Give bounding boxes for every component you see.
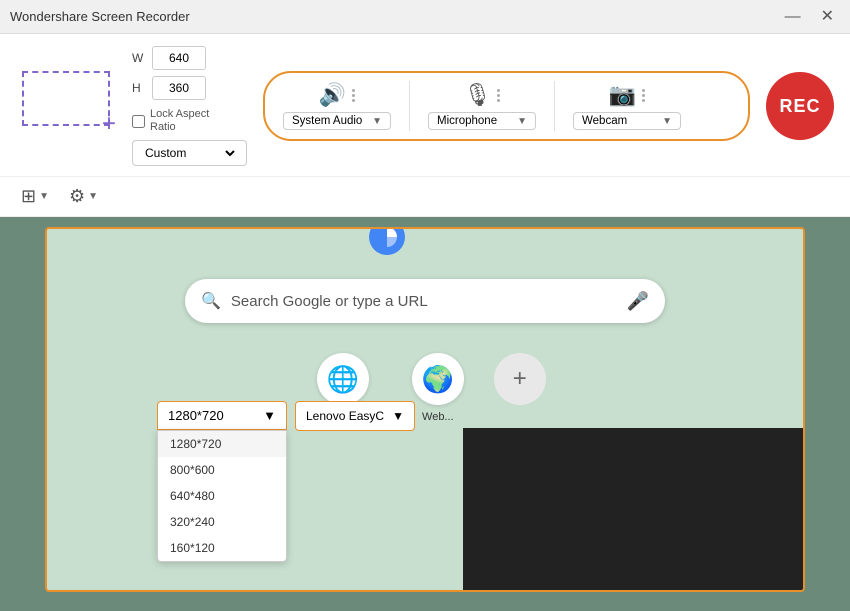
webcam-selector[interactable]: Lenovo EasyC ▼ xyxy=(295,401,415,431)
av-panel: 🔊 System Audio ▼ 🎙 Microphone ▼ xyxy=(263,71,750,141)
background-area: 🔍 Search Google or type a URL 🎤 🌐 [OFFIC… xyxy=(0,217,850,607)
av-divider-1 xyxy=(409,81,410,131)
microphone-dropdown[interactable]: Microphone ▼ xyxy=(428,112,536,130)
webcam-dropdown[interactable]: Webcam ▼ xyxy=(573,112,681,130)
app-icon-2: 🌍 Web... xyxy=(412,353,464,423)
settings-button[interactable]: ⚙ ▼ xyxy=(64,183,103,210)
app-icon-circle-2[interactable]: 🌍 xyxy=(412,353,464,405)
webcam-icon: 📷 xyxy=(609,82,636,108)
width-row: W xyxy=(132,46,247,70)
system-audio-control: 🔊 System Audio ▼ xyxy=(283,82,391,130)
resolution-dropdown-header[interactable]: 1280*720 ▼ xyxy=(157,401,287,430)
rec-button[interactable]: REC xyxy=(766,72,834,140)
search-bar[interactable]: 🔍 Search Google or type a URL 🎤 xyxy=(185,279,665,323)
mic-icon: 🎤 xyxy=(627,291,649,312)
webcam-control: 📷 Webcam ▼ xyxy=(573,82,681,130)
chrome-icon: 🌐 xyxy=(327,364,359,395)
minimize-button[interactable]: — xyxy=(779,7,807,27)
add-button[interactable]: + xyxy=(494,353,546,405)
screen-layout-chevron: ▼ xyxy=(39,191,49,202)
microphone-control: 🎙 Microphone ▼ xyxy=(428,82,536,130)
system-audio-icon: 🔊 xyxy=(319,82,346,108)
width-input[interactable] xyxy=(152,46,206,70)
system-audio-dots xyxy=(352,89,355,102)
app2-label: Web... xyxy=(422,411,454,423)
microphone-dots xyxy=(497,89,500,102)
webcam-selected-label: Lenovo EasyC xyxy=(306,409,384,423)
height-label: H xyxy=(132,81,146,95)
microphone-icon: 🎙 xyxy=(464,82,492,108)
microphone-chevron: ▼ xyxy=(517,116,527,127)
microphone-label: Microphone xyxy=(437,115,513,127)
dropdown-area: 1280*720 ▼ 1280*720 800*600 640*480 320*… xyxy=(157,401,415,562)
resolution-option-0[interactable]: 1280*720 xyxy=(158,431,286,457)
google-logo xyxy=(367,227,407,260)
move-handle[interactable]: ✛ xyxy=(102,118,116,132)
wh-inputs: W H xyxy=(132,46,247,100)
screen-layout-button[interactable]: ⊞ ▼ xyxy=(16,183,54,210)
resolution-option-1[interactable]: 800*600 xyxy=(158,457,286,483)
lock-label: Lock AspectRatio xyxy=(150,108,209,134)
browser-dark-area xyxy=(463,428,803,590)
title-bar: Wondershare Screen Recorder — ✕ xyxy=(0,0,850,34)
av-divider-2 xyxy=(554,81,555,131)
webcam-icon-row: 📷 xyxy=(609,82,645,108)
webcam-label: Webcam xyxy=(582,115,658,127)
search-area: 🔍 Search Google or type a URL 🎤 xyxy=(47,259,803,333)
settings-chevron: ▼ xyxy=(88,191,98,202)
dimension-controls: W H Lock AspectRatio Custom Full Screen … xyxy=(132,46,247,166)
main-panel: ✛ W H Lock AspectRatio Custom Full Scree… xyxy=(0,34,850,177)
add-icon: + xyxy=(513,365,527,393)
resolution-selected: 1280*720 xyxy=(168,408,224,423)
capture-preview: ✛ xyxy=(16,71,116,141)
add-icon-item: + xyxy=(494,353,546,423)
lock-section: Lock AspectRatio xyxy=(132,108,247,134)
height-row: H xyxy=(132,76,247,100)
lock-checkbox[interactable] xyxy=(132,115,145,128)
width-label: W xyxy=(132,51,146,65)
height-input[interactable] xyxy=(152,76,206,100)
search-icon: 🔍 xyxy=(201,291,221,311)
system-audio-chevron: ▼ xyxy=(372,116,382,127)
window-controls: — ✕ xyxy=(779,7,840,27)
capture-box: ✛ xyxy=(22,71,110,126)
system-audio-dropdown[interactable]: System Audio ▼ xyxy=(283,112,391,130)
webcam-dots xyxy=(642,89,645,102)
app-icon-circle-1[interactable]: 🌐 xyxy=(317,353,369,405)
microphone-icon-row: 🎙 xyxy=(464,82,501,108)
toolbar-row: ⊞ ▼ ⚙ ▼ xyxy=(0,177,850,217)
webcam-dropdown-chevron: ▼ xyxy=(392,409,404,423)
settings-icon: ⚙ xyxy=(69,186,85,207)
resolution-popup: 1280*720 800*600 640*480 320*240 160*120 xyxy=(157,430,287,562)
webcam-chevron: ▼ xyxy=(662,116,672,127)
search-placeholder: Search Google or type a URL xyxy=(231,293,617,310)
web-icon: 🌍 xyxy=(422,364,454,395)
resolution-option-4[interactable]: 160*120 xyxy=(158,535,286,561)
resolution-chevron: ▼ xyxy=(263,408,276,423)
system-audio-icon-row: 🔊 xyxy=(319,82,355,108)
resolution-option-3[interactable]: 320*240 xyxy=(158,509,286,535)
resolution-option-2[interactable]: 640*480 xyxy=(158,483,286,509)
custom-select[interactable]: Custom Full Screen 1920x1080 1280x720 xyxy=(141,145,238,161)
close-button[interactable]: ✕ xyxy=(815,7,840,27)
browser-window: 🔍 Search Google or type a URL 🎤 🌐 [OFFIC… xyxy=(45,227,805,592)
system-audio-label: System Audio xyxy=(292,115,368,127)
screen-layout-icon: ⊞ xyxy=(21,186,36,207)
resolution-dropdown-container: 1280*720 ▼ 1280*720 800*600 640*480 320*… xyxy=(157,401,287,562)
app-title: Wondershare Screen Recorder xyxy=(10,9,190,24)
custom-dropdown[interactable]: Custom Full Screen 1920x1080 1280x720 xyxy=(132,140,247,166)
